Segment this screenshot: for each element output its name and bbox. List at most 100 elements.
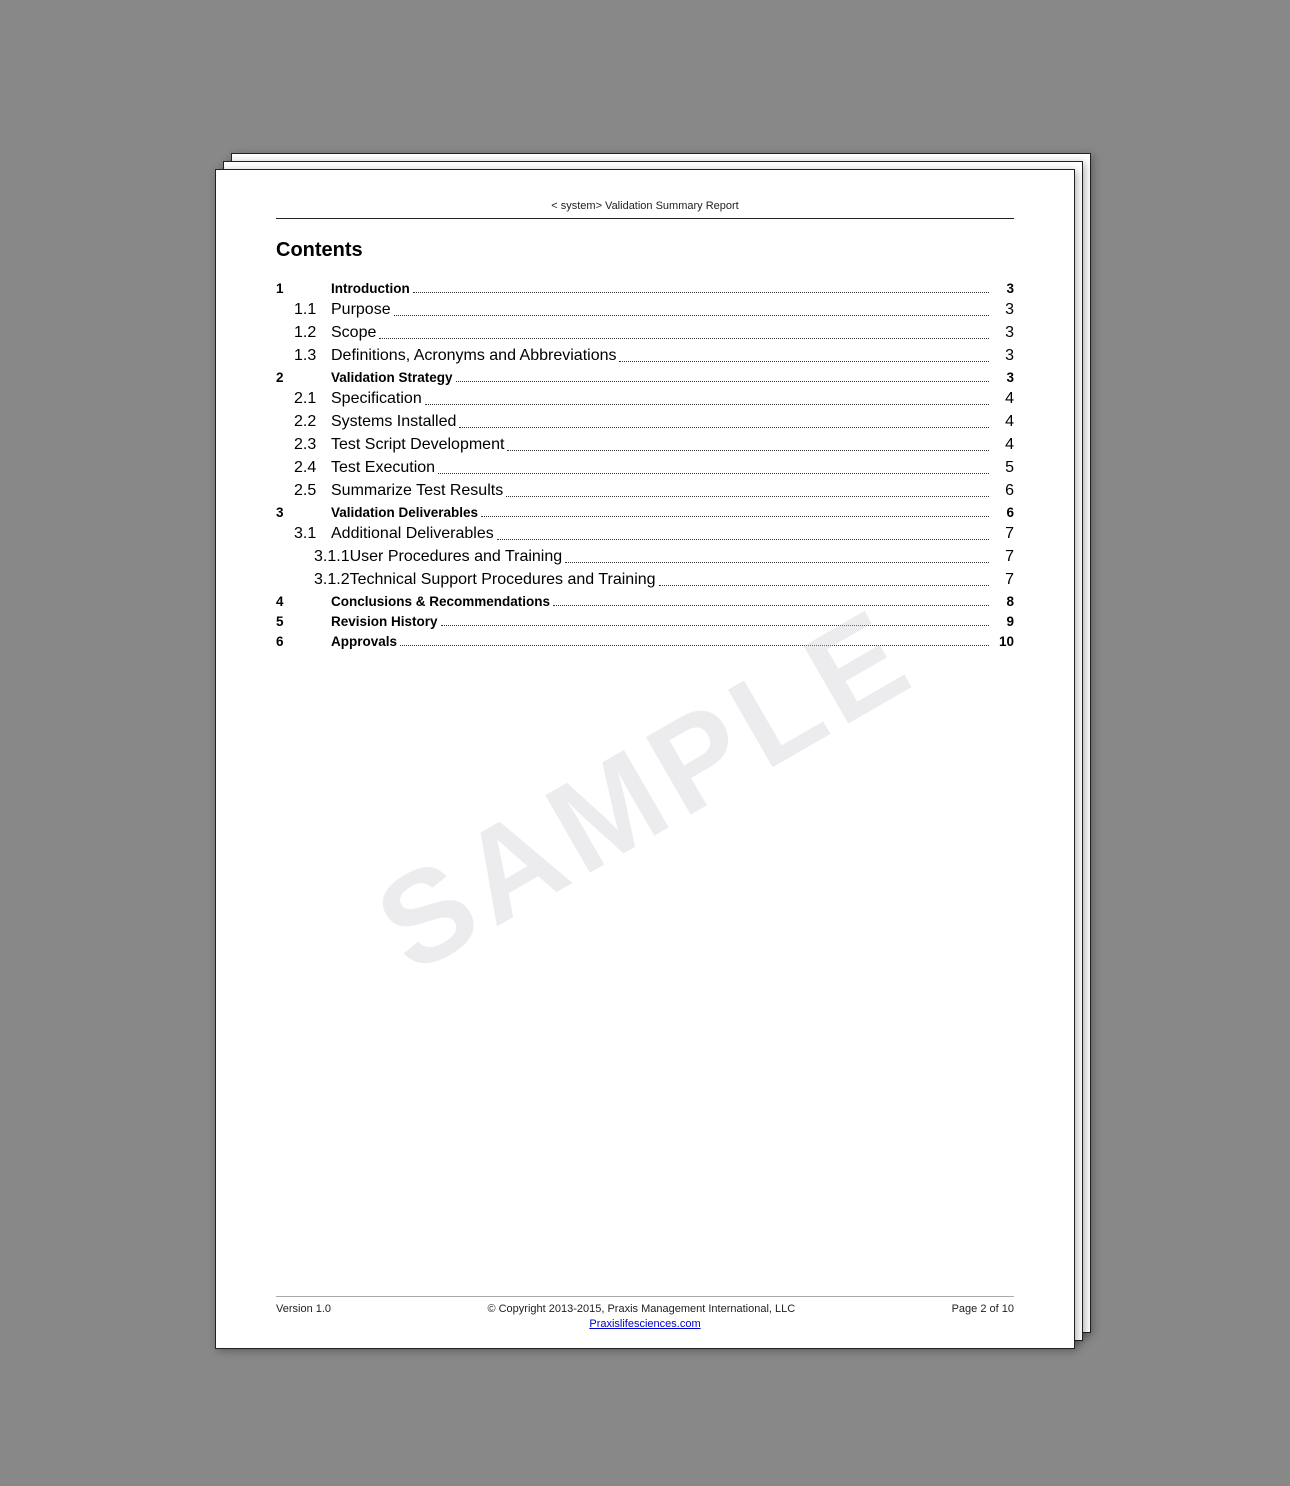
toc-label: Introduction <box>331 281 410 296</box>
toc-page: 7 <box>992 525 1014 543</box>
toc-page: 4 <box>992 413 1014 431</box>
toc-label-area: Scope 3 <box>331 324 1014 342</box>
toc-row: 3Validation Deliverables 6 <box>276 502 1014 522</box>
toc-dots <box>456 381 989 382</box>
toc-page: 9 <box>992 614 1014 629</box>
footer-version: Version 1.0 <box>276 1303 331 1315</box>
toc-label: Definitions, Acronyms and Abbreviations <box>331 347 616 365</box>
toc-label-area: Approvals 10 <box>331 634 1014 649</box>
header-title: < system> Validation Summary Report <box>551 200 738 212</box>
toc-dots <box>379 338 989 339</box>
toc-dots <box>659 585 989 586</box>
toc-dots <box>441 625 989 626</box>
toc-page: 5 <box>992 459 1014 477</box>
toc-num: 2.3 <box>276 436 331 454</box>
toc-label-area: Test Execution 5 <box>331 459 1014 477</box>
toc-num: 5 <box>276 614 331 629</box>
toc-label: Approvals <box>331 634 397 649</box>
toc-dots <box>481 516 989 517</box>
toc-dots <box>425 404 989 405</box>
toc-num: 3.1 <box>276 525 331 543</box>
toc-page: 4 <box>992 436 1014 454</box>
toc-row: 4Conclusions & Recommendations 8 <box>276 591 1014 611</box>
toc-dots <box>459 427 989 428</box>
toc-label: Test Script Development <box>331 436 504 454</box>
toc-label: Revision History <box>331 614 438 629</box>
toc-label-area: Definitions, Acronyms and Abbreviations 3 <box>331 347 1014 365</box>
toc-page: 3 <box>992 324 1014 342</box>
toc-row: 3.1Additional Deliverables7 <box>276 522 1014 545</box>
toc-page: 7 <box>992 571 1014 589</box>
toc-row: 2.1Specification 4 <box>276 387 1014 410</box>
toc-page: 3 <box>992 370 1014 385</box>
toc-label-area: Test Script Development 4 <box>331 436 1014 454</box>
toc-page: 4 <box>992 390 1014 408</box>
toc-page: 6 <box>992 505 1014 520</box>
toc-row: 3.1.2Technical Support Procedures and Tr… <box>276 568 1014 591</box>
toc-label-area: Validation Deliverables 6 <box>331 505 1014 520</box>
toc-label-area: Introduction3 <box>331 281 1014 296</box>
toc-label-area: Technical Support Procedures and Trainin… <box>350 571 1014 589</box>
toc-num: 6 <box>276 634 331 649</box>
toc-label: Validation Deliverables <box>331 505 478 520</box>
toc-label-area: Revision History 9 <box>331 614 1014 629</box>
toc-num: 2 <box>276 370 331 385</box>
toc-row: 1.1Purpose 3 <box>276 298 1014 321</box>
toc-dots <box>400 645 989 646</box>
toc-dots <box>394 315 989 316</box>
toc-label-area: Purpose 3 <box>331 301 1014 319</box>
contents-title: Contents <box>276 239 1014 262</box>
toc-label: Purpose <box>331 301 391 319</box>
footer-row: Version 1.0 © Copyright 2013-2015, Praxi… <box>276 1303 1014 1315</box>
footer-page: Page 2 of 10 <box>952 1303 1014 1315</box>
toc-label: Summarize Test Results <box>331 482 503 500</box>
toc-dots <box>507 450 989 451</box>
toc-label: User Procedures and Training <box>350 548 563 566</box>
toc-row: 3.1.1User Procedures and Training7 <box>276 545 1014 568</box>
toc-dots <box>553 605 989 606</box>
page-stack: < system> Validation Summary Report < sy… <box>215 153 1075 1333</box>
toc-num: 2.5 <box>276 482 331 500</box>
toc-page: 3 <box>992 347 1014 365</box>
toc-num: 1.2 <box>276 324 331 342</box>
toc-num: 2.4 <box>276 459 331 477</box>
toc-num: 1.3 <box>276 347 331 365</box>
toc-row: 1.3Definitions, Acronyms and Abbreviatio… <box>276 344 1014 367</box>
toc-dots <box>619 361 989 362</box>
toc-row: 1.2Scope 3 <box>276 321 1014 344</box>
toc-dots <box>413 292 989 293</box>
toc-label: Specification <box>331 390 422 408</box>
toc-page: 3 <box>992 301 1014 319</box>
toc-label-area: User Procedures and Training 7 <box>350 548 1014 566</box>
toc-label: Conclusions & Recommendations <box>331 594 550 609</box>
toc-num: 3 <box>276 505 331 520</box>
toc-label-area: Validation Strategy3 <box>331 370 1014 385</box>
toc-page: 6 <box>992 482 1014 500</box>
toc-dots <box>438 473 989 474</box>
toc-label-area: Summarize Test Results 6 <box>331 482 1014 500</box>
toc-dots <box>497 539 989 540</box>
toc-row: 6Approvals 10 <box>276 631 1014 651</box>
toc-label: Scope <box>331 324 376 342</box>
toc-row: 2.3Test Script Development 4 <box>276 433 1014 456</box>
toc-num: 4 <box>276 594 331 609</box>
toc-row: 2.4Test Execution 5 <box>276 456 1014 479</box>
footer-copyright: © Copyright 2013-2015, Praxis Management… <box>487 1303 795 1315</box>
toc-page: 8 <box>992 594 1014 609</box>
toc-num: 2.1 <box>276 390 331 408</box>
toc-num: 1.1 <box>276 301 331 319</box>
toc-label-area: Systems Installed 4 <box>331 413 1014 431</box>
footer-link[interactable]: Praxislifesciences.com <box>276 1318 1014 1330</box>
toc-row: 2.2Systems Installed 4 <box>276 410 1014 433</box>
page-header: < system> Validation Summary Report <box>276 200 1014 219</box>
page-footer: Version 1.0 © Copyright 2013-2015, Praxi… <box>276 1296 1014 1330</box>
toc-label: Systems Installed <box>331 413 456 431</box>
toc-page: 7 <box>992 548 1014 566</box>
toc-page: 10 <box>992 634 1014 649</box>
toc-label: Technical Support Procedures and Trainin… <box>350 571 656 589</box>
toc-label-area: Specification 4 <box>331 390 1014 408</box>
toc-label-area: Additional Deliverables7 <box>331 525 1014 543</box>
toc-label: Test Execution <box>331 459 435 477</box>
toc-container: 1Introduction31.1Purpose31.2Scope31.3Def… <box>276 278 1014 651</box>
toc-num: 2.2 <box>276 413 331 431</box>
